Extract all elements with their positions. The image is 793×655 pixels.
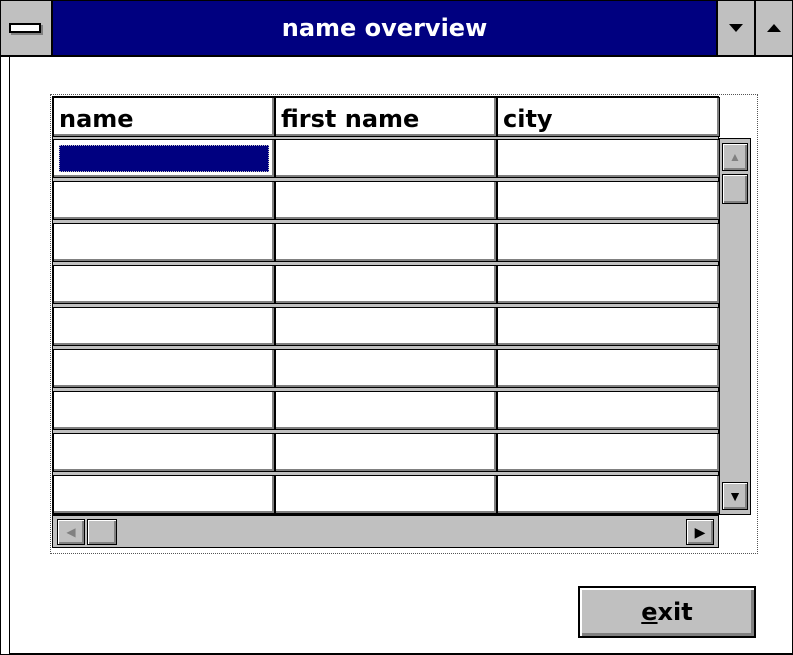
scroll-right-button[interactable]: ▶ [686, 519, 714, 545]
scroll-left-button[interactable]: ◀ [57, 519, 85, 545]
system-menu-icon [9, 23, 41, 33]
cell-first-name[interactable] [275, 139, 497, 178]
cell-name[interactable] [53, 265, 275, 304]
system-menu-button[interactable] [1, 1, 53, 55]
cell-name[interactable] [53, 433, 275, 472]
down-arrow-icon: ▼ [728, 488, 742, 504]
horizontal-scroll-thumb[interactable] [87, 519, 117, 545]
vertical-scroll-thumb[interactable] [722, 174, 748, 204]
minimize-arrow-icon [729, 24, 743, 32]
cell-name[interactable] [53, 391, 275, 430]
cell-first-name[interactable] [275, 181, 497, 220]
column-header-city[interactable]: city [497, 97, 720, 137]
cell-name[interactable] [53, 349, 275, 388]
cell-city[interactable] [497, 223, 720, 262]
minimize-button[interactable] [716, 1, 754, 55]
cell-first-name[interactable] [275, 307, 497, 346]
cell-city[interactable] [497, 475, 720, 514]
cell-first-name[interactable] [275, 349, 497, 388]
cell-city[interactable] [497, 139, 720, 178]
cell-name[interactable] [53, 181, 275, 220]
column-header-name[interactable]: name [53, 97, 275, 137]
maximize-button[interactable] [754, 1, 792, 55]
cell-name[interactable] [53, 307, 275, 346]
cell-city[interactable] [497, 349, 720, 388]
up-arrow-icon: ▲ [729, 150, 741, 164]
right-arrow-icon: ▶ [694, 523, 706, 540]
cell-first-name[interactable] [275, 391, 497, 430]
horizontal-scrollbar[interactable]: ◀ ▶ [52, 515, 719, 548]
window-title: name overview [281, 14, 488, 42]
scroll-down-button[interactable]: ▼ [722, 482, 748, 510]
cell-first-name[interactable] [275, 223, 497, 262]
vertical-scrollbar[interactable]: ▲ ▼ [719, 138, 751, 515]
cell-name[interactable] [53, 475, 275, 514]
cell-city[interactable] [497, 307, 720, 346]
selected-cell-highlight [59, 145, 269, 172]
cell-city[interactable] [497, 181, 720, 220]
column-header-first-name[interactable]: first name [275, 97, 497, 137]
window-frame-left [9, 57, 10, 654]
cell-first-name[interactable] [275, 265, 497, 304]
exit-button-mnemonic: e [641, 598, 658, 626]
title-bar[interactable]: name overview [1, 1, 792, 57]
cell-first-name[interactable] [275, 475, 497, 514]
cell-city[interactable] [497, 433, 720, 472]
grid-header-row: name first name city [53, 97, 720, 139]
cell-name[interactable] [53, 223, 275, 262]
names-grid[interactable]: name first name city [52, 96, 720, 515]
exit-button-label: xit [657, 598, 693, 626]
left-arrow-icon: ◀ [66, 525, 76, 539]
window-frame-bottom [9, 653, 792, 654]
cell-city[interactable] [497, 391, 720, 430]
cell-first-name[interactable] [275, 433, 497, 472]
cell-city[interactable] [497, 265, 720, 304]
maximize-arrow-icon [767, 24, 781, 32]
exit-button[interactable]: e xit [578, 586, 756, 638]
cell-name[interactable] [53, 139, 275, 178]
scroll-up-button[interactable]: ▲ [722, 143, 748, 171]
